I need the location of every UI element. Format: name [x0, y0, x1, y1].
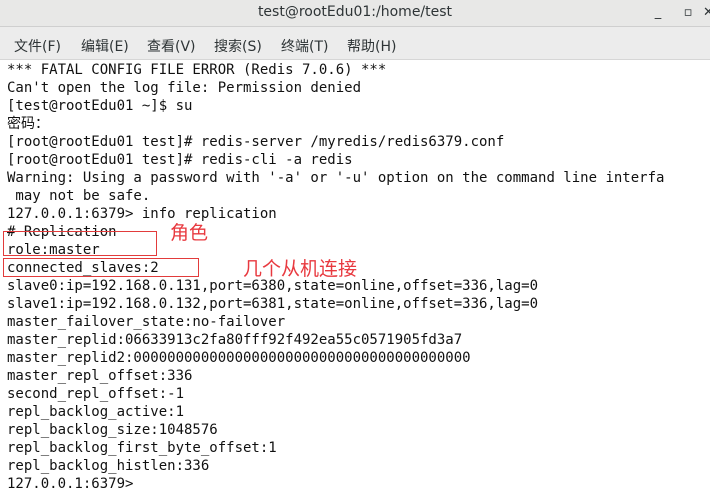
terminal-line: master_repl_offset:336 [7, 368, 193, 384]
terminal-line: 密码： [7, 116, 49, 132]
role-highlight-box [3, 231, 157, 256]
terminal-line: master_replid2:0000000000000000000000000… [7, 350, 471, 366]
terminal-line: 127.0.0.1:6379> info replication [7, 206, 277, 222]
menu-file[interactable]: 文件(F) [14, 36, 61, 56]
terminal-line: repl_backlog_histlen:336 [7, 458, 210, 474]
terminal-line: repl_backlog_active:1 [7, 404, 185, 420]
terminal-line: Can't open the log file: Permission deni… [7, 80, 362, 96]
close-button[interactable]: ✕ [703, 3, 710, 23]
maximize-button[interactable]: ▫ [678, 3, 698, 23]
window-title: test@rootEdu01:/home/test [257, 4, 453, 20]
minimize-button[interactable]: _ [648, 3, 668, 23]
terminal-prompt[interactable]: 127.0.0.1:6379> [7, 475, 133, 493]
terminal-line: may not be safe. [7, 188, 151, 204]
menu-edit[interactable]: 编辑(E) [81, 36, 129, 56]
terminal-line: [root@rootEdu01 test]# redis-server /myr… [7, 134, 505, 150]
role-annotation: 角色 [170, 222, 209, 244]
terminal-line: slave1:ip=192.168.0.132,port=6381,state=… [7, 296, 539, 312]
terminal-line: second_repl_offset:-1 [7, 386, 185, 402]
menu-view[interactable]: 查看(V) [147, 36, 196, 56]
menu-help[interactable]: 帮助(H) [347, 36, 396, 56]
terminal-line: repl_backlog_first_byte_offset:1 [7, 440, 277, 456]
terminal-line: Warning: Using a password with '-a' or '… [7, 170, 665, 186]
slaves-annotation: 几个从机连接 [243, 258, 358, 280]
terminal-line: master_failover_state:no-failover [7, 314, 286, 330]
window-titlebar[interactable]: test@rootEdu01:/home/test _ ▫ ✕ [0, 0, 710, 27]
terminal-line: repl_backlog_size:1048576 [7, 422, 218, 438]
menu-search[interactable]: 搜索(S) [214, 36, 262, 56]
menu-terminal[interactable]: 终端(T) [281, 36, 328, 56]
connected-slaves-highlight-box [3, 258, 199, 277]
terminal-line: *** FATAL CONFIG FILE ERROR (Redis 7.0.6… [7, 62, 387, 78]
terminal-line: master_replid:06633913c2fa80fff92f492ea5… [7, 332, 463, 348]
menu-bar: 文件(F) 编辑(E) 查看(V) 搜索(S) 终端(T) 帮助(H) [0, 27, 710, 60]
terminal-line: [root@rootEdu01 test]# redis-cli -a redi… [7, 152, 353, 168]
terminal-line: [test@rootEdu01 ~]$ su [7, 98, 193, 114]
